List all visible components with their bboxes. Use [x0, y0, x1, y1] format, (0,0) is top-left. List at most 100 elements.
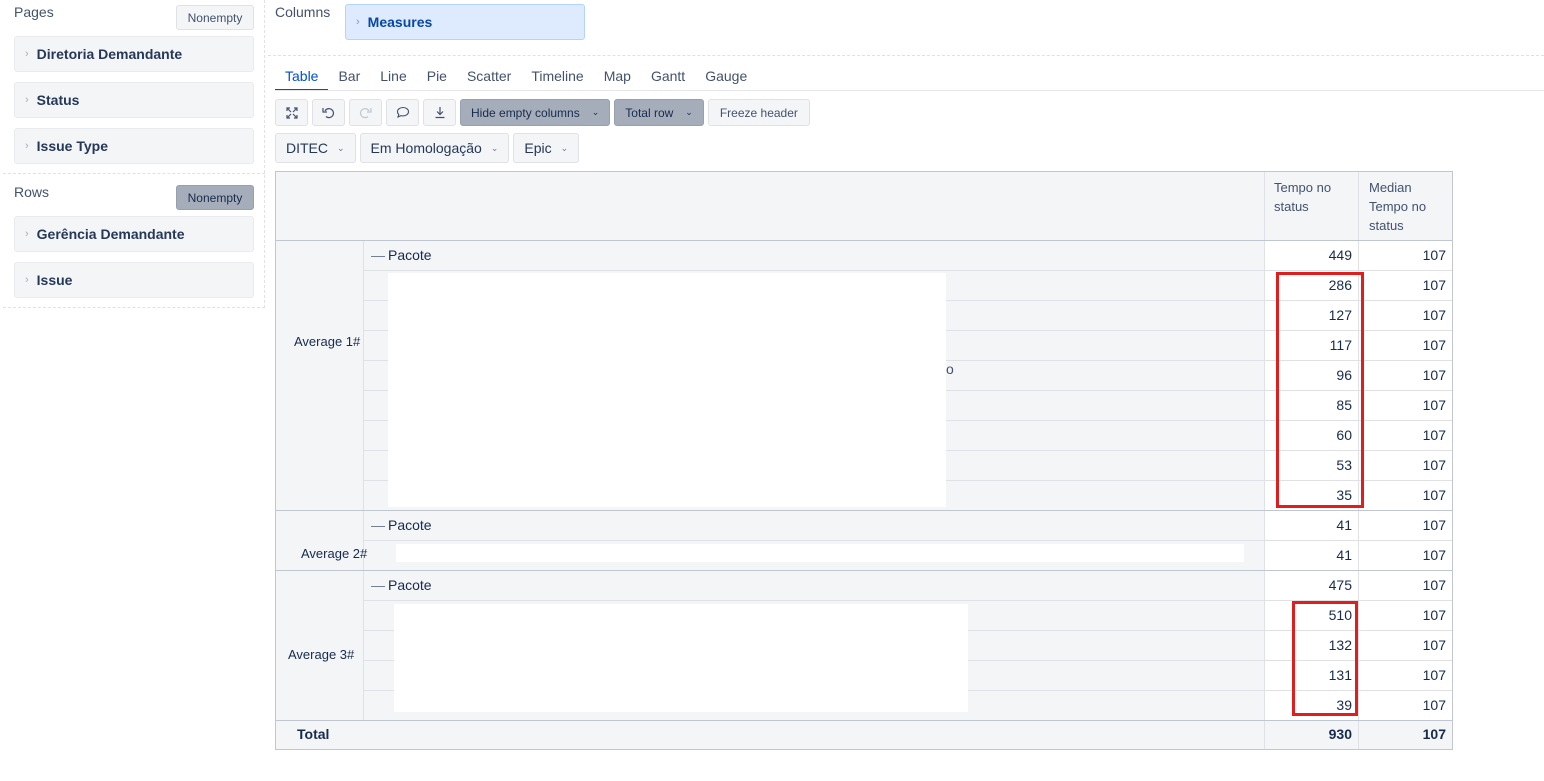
- tempo-value-cell: 449: [1328, 247, 1352, 263]
- redo-button[interactable]: [349, 99, 382, 126]
- median-value-cell: 107: [1422, 427, 1446, 443]
- tab-timeline[interactable]: Timeline: [521, 66, 593, 91]
- page-dimension-diretoria[interactable]: › Diretoria Demandante: [14, 36, 254, 72]
- median-value-cell: 107: [1422, 307, 1446, 323]
- tab-gantt[interactable]: Gantt: [641, 66, 695, 91]
- median-value-cell: 107: [1422, 517, 1446, 533]
- measures-label: Measures: [367, 14, 433, 30]
- issue-label-fragment: o: [946, 361, 954, 377]
- columns-header: Columns: [275, 4, 331, 20]
- report-table: Tempo no status Median Tempo no status A…: [275, 171, 1453, 750]
- median-value-cell: 107: [1422, 547, 1446, 563]
- median-value-cell: 107: [1422, 637, 1446, 653]
- tab-map[interactable]: Map: [594, 66, 641, 91]
- chevron-down-icon: ⌄: [560, 142, 569, 153]
- filter-label: Epic: [524, 140, 552, 156]
- section-divider: [3, 173, 265, 174]
- filter-diretoria[interactable]: DITEC ⌄: [275, 133, 356, 163]
- filter-status[interactable]: Em Homologação ⌄: [359, 133, 510, 163]
- collapse-icon: —: [371, 247, 385, 263]
- col-header-median[interactable]: Median Tempo no status: [1369, 178, 1449, 235]
- median-value-cell: 107: [1422, 577, 1446, 593]
- tab-scatter[interactable]: Scatter: [457, 66, 521, 91]
- chevron-down-icon: ⌄: [337, 142, 345, 153]
- chart-type-tabs: Table Bar Line Pie Scatter Timeline Map …: [275, 66, 757, 91]
- measures-dimension[interactable]: › Measures: [345, 4, 585, 40]
- total-row-label: Total row: [625, 105, 674, 120]
- pages-header: Pages: [14, 4, 54, 20]
- tabs-underline: [275, 90, 1544, 91]
- pacote-row-bg: [363, 510, 1264, 540]
- freeze-header-button[interactable]: Freeze header: [707, 99, 810, 126]
- collapse-icon: —: [371, 577, 385, 593]
- median-value-cell: 107: [1422, 367, 1446, 383]
- col-header-tempo[interactable]: Tempo no status: [1274, 178, 1354, 216]
- group-label-average-3: Average 3#: [288, 647, 355, 662]
- pages-nonempty-button[interactable]: Nonempty: [176, 5, 254, 30]
- hide-empty-columns-dropdown[interactable]: Hide empty columns ⌄: [460, 99, 611, 126]
- chevron-down-icon: ⌄: [685, 107, 693, 117]
- redacted-area: [396, 544, 1244, 562]
- row-dimension-gerencia[interactable]: › Gerência Demandante: [14, 216, 254, 252]
- total-row-dropdown[interactable]: Total row ⌄: [614, 99, 704, 126]
- tempo-value-cell: 41: [1336, 547, 1352, 563]
- export-button[interactable]: [423, 99, 456, 126]
- median-value-cell: 107: [1422, 247, 1446, 263]
- hide-empty-columns-label: Hide empty columns: [471, 105, 580, 120]
- tempo-value-cell: 41: [1336, 517, 1352, 533]
- rows-nonempty-button[interactable]: Nonempty: [176, 185, 254, 210]
- page-dimension-issue-type[interactable]: › Issue Type: [14, 128, 254, 164]
- filter-label: DITEC: [286, 140, 328, 156]
- expand-icon: [285, 106, 298, 119]
- dimension-label: Issue Type: [36, 138, 108, 154]
- pacote-row-1[interactable]: — Pacote: [363, 240, 432, 270]
- undo-button[interactable]: [312, 99, 345, 126]
- pacote-row-bg: [363, 240, 1264, 270]
- tempo-value-cell: 475: [1328, 577, 1352, 593]
- redo-icon: [359, 108, 372, 119]
- chevron-right-icon: ›: [25, 94, 29, 106]
- chevron-down-icon: ⌄: [490, 142, 499, 153]
- median-value-cell: 107: [1422, 277, 1446, 293]
- filter-label: Em Homologação: [370, 140, 482, 156]
- highlight-box-group-3: [1292, 601, 1358, 716]
- download-icon: [435, 107, 444, 119]
- dimension-label: Diretoria Demandante: [36, 46, 183, 62]
- chevron-right-icon: ›: [25, 274, 29, 286]
- group-label-average-2: Average 2#: [301, 546, 368, 561]
- tab-line[interactable]: Line: [370, 66, 416, 91]
- columns-divider: [268, 55, 1544, 56]
- tab-table[interactable]: Table: [275, 66, 329, 91]
- total-label: Total: [297, 726, 330, 742]
- tab-pie[interactable]: Pie: [417, 66, 457, 91]
- dimension-label: Gerência Demandante: [36, 226, 185, 242]
- pacote-row-3[interactable]: — Pacote: [363, 570, 432, 600]
- tab-gauge[interactable]: Gauge: [695, 66, 757, 91]
- table-toolbar: Hide empty columns ⌄ Total row ⌄ Freeze …: [275, 99, 810, 126]
- row-dimension-issue[interactable]: › Issue: [14, 262, 254, 298]
- comment-icon: [396, 106, 409, 119]
- undo-icon: [322, 108, 335, 119]
- filter-issue-type[interactable]: Epic ⌄: [513, 133, 580, 163]
- median-value-cell: 107: [1422, 697, 1446, 713]
- dimension-label: Status: [36, 92, 80, 108]
- median-value-cell: 107: [1422, 457, 1446, 473]
- comment-button[interactable]: [386, 99, 419, 126]
- median-value-cell: 107: [1422, 397, 1446, 413]
- fullscreen-button[interactable]: [275, 99, 308, 126]
- total-tempo-value: 930: [1328, 726, 1352, 742]
- chevron-down-icon: ⌄: [591, 107, 600, 117]
- group-label-average-1: Average 1#: [294, 334, 361, 349]
- pacote-row-bg: [363, 570, 1264, 600]
- median-value-cell: 107: [1422, 337, 1446, 353]
- page-dimension-status[interactable]: › Status: [14, 82, 254, 118]
- chevron-right-icon: ›: [356, 16, 360, 28]
- chevron-right-icon: ›: [25, 48, 29, 60]
- median-value-cell: 107: [1422, 607, 1446, 623]
- rows-header: Rows: [14, 184, 50, 200]
- pacote-row-2[interactable]: — Pacote: [363, 510, 432, 540]
- chevron-right-icon: ›: [25, 228, 29, 240]
- redacted-area: [388, 273, 946, 507]
- tab-bar[interactable]: Bar: [328, 66, 370, 91]
- dimension-label: Issue: [36, 272, 73, 288]
